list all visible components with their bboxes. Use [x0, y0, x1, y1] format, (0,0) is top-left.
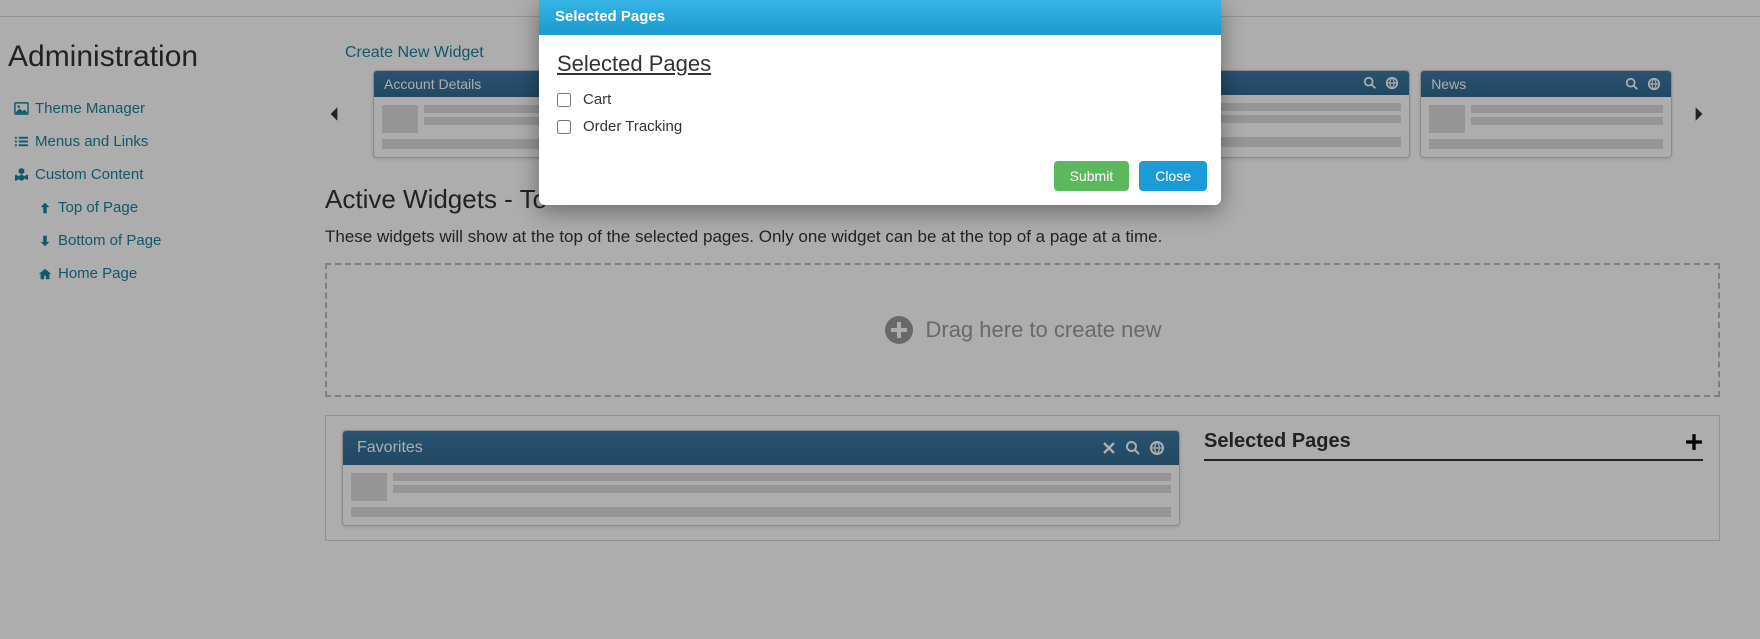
selected-pages-modal: Selected Pages Selected Pages Cart Order… — [539, 0, 1221, 205]
modal-option-order-tracking[interactable]: Order Tracking — [557, 118, 1203, 135]
modal-option-label: Order Tracking — [583, 118, 682, 135]
submit-button[interactable]: Submit — [1054, 161, 1130, 191]
modal-option-label: Cart — [583, 91, 611, 108]
modal-body-title: Selected Pages — [557, 51, 1203, 77]
modal-header: Selected Pages — [539, 0, 1221, 35]
modal-overlay[interactable]: Selected Pages Selected Pages Cart Order… — [0, 0, 1760, 639]
close-button[interactable]: Close — [1139, 161, 1207, 191]
checkbox-order-tracking[interactable] — [557, 120, 571, 134]
modal-body: Selected Pages Cart Order Tracking — [539, 35, 1221, 151]
modal-footer: Submit Close — [539, 151, 1221, 205]
checkbox-cart[interactable] — [557, 93, 571, 107]
modal-option-cart[interactable]: Cart — [557, 91, 1203, 108]
